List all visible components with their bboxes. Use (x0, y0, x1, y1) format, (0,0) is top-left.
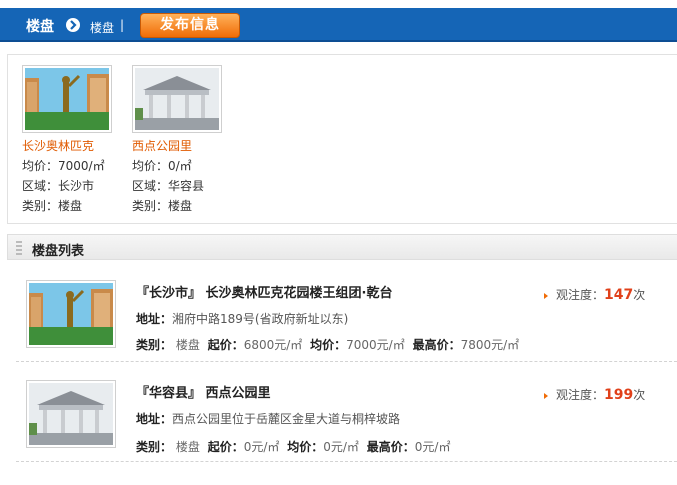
featured-item[interactable]: 西点公园里 均价：0/㎡ 区域：华容县 类别：楼盘 (132, 65, 232, 214)
grip-icon (16, 241, 22, 255)
avg-price-label: 均价： (287, 440, 324, 454)
property-thumbnail[interactable] (26, 380, 116, 448)
attention-label: 观注度： (556, 388, 605, 402)
max-price-label: 最高价： (366, 440, 415, 454)
property-meta: 类别： 楼盘 起价：6800元/㎡ 均价：7000元/㎡ 最高价：7800元/㎡ (136, 336, 523, 353)
start-price-label: 起价： (207, 338, 244, 352)
address-label: 地址： (136, 412, 173, 426)
property-title-link[interactable]: 『长沙市』 长沙奥林匹克花园楼王组团·乾台 (136, 282, 392, 301)
featured-name[interactable]: 长沙奥林匹克 (22, 137, 122, 154)
attention-number: 199 (604, 387, 634, 403)
arrow-right-icon (544, 392, 548, 399)
list-item: 『长沙市』 长沙奥林匹克花园楼王组团·乾台 地址：湘府中路189号(省政府新址以… (16, 270, 677, 362)
address-value: 湘府中路189号(省政府新址以东) (172, 312, 349, 326)
list-section-header: 楼盘列表 (7, 234, 677, 260)
type-value: 楼盘 (175, 440, 200, 454)
property-address: 地址：西点公园里位于岳麓区金星大道与桐梓坡路 (136, 410, 400, 427)
property-meta: 类别： 楼盘 起价：0元/㎡ 均价：0元/㎡ 最高价：0元/㎡ (136, 438, 454, 455)
type-value: 楼盘 (175, 338, 200, 352)
featured-region: 区域：华容县 (132, 179, 205, 193)
featured-region: 区域：长沙市 (22, 179, 95, 193)
start-price-value: 6800元/㎡ (243, 338, 303, 352)
breadcrumb-loupan[interactable]: 楼盘 (90, 19, 114, 36)
max-price-label: 最高价： (412, 338, 461, 352)
attention-unit: 次 (633, 288, 646, 302)
attention-count: 观注度：147次 (544, 286, 645, 303)
breadcrumb-separator: | (120, 18, 125, 32)
list-item: 『华容县』 西点公园里 地址：西点公园里位于岳麓区金星大道与桐梓坡路 类别： 楼… (16, 362, 677, 462)
address-label: 地址： (136, 312, 173, 326)
attention-count: 观注度：199次 (544, 386, 645, 403)
avg-price-value: 0元/㎡ (323, 440, 359, 454)
featured-price: 均价：7000/㎡ (22, 159, 105, 173)
featured-name[interactable]: 西点公园里 (132, 137, 232, 154)
max-price-value: 7800元/㎡ (460, 338, 520, 352)
start-price-value: 0元/㎡ (243, 440, 280, 454)
start-price-label: 起价： (207, 440, 244, 454)
max-price-value: 0元/㎡ (414, 440, 451, 454)
featured-price: 均价：0/㎡ (132, 159, 192, 173)
featured-box: 长沙奥林匹克 均价：7000/㎡ 区域：长沙市 类别：楼盘 西点公园里 均价：0… (7, 54, 677, 224)
property-thumbnail[interactable] (132, 65, 222, 133)
attention-number: 147 (604, 287, 634, 303)
property-thumbnail[interactable] (26, 280, 116, 348)
header-bar: 楼盘 楼盘 | 发布信息 (0, 8, 677, 42)
chevron-right-icon (66, 18, 80, 32)
avg-price-label: 均价： (310, 338, 347, 352)
property-address: 地址：湘府中路189号(省政府新址以东) (136, 310, 348, 327)
property-title-link[interactable]: 『华容县』 西点公园里 (136, 382, 271, 401)
property-thumbnail[interactable] (22, 65, 112, 133)
page-title: 楼盘 (26, 19, 54, 35)
publish-info-button[interactable]: 发布信息 (140, 13, 240, 38)
avg-price-value: 7000元/㎡ (346, 338, 405, 352)
section-title: 楼盘列表 (32, 244, 85, 259)
featured-item[interactable]: 长沙奥林匹克 均价：7000/㎡ 区域：长沙市 类别：楼盘 (22, 65, 122, 214)
featured-category: 类别：楼盘 (22, 199, 83, 213)
attention-unit: 次 (633, 388, 646, 402)
address-value: 西点公园里位于岳麓区金星大道与桐梓坡路 (172, 412, 401, 426)
type-label: 类别： (136, 440, 173, 454)
arrow-right-icon (544, 292, 548, 299)
type-label: 类别： (136, 338, 173, 352)
attention-label: 观注度： (556, 288, 605, 302)
featured-category: 类别：楼盘 (132, 199, 193, 213)
